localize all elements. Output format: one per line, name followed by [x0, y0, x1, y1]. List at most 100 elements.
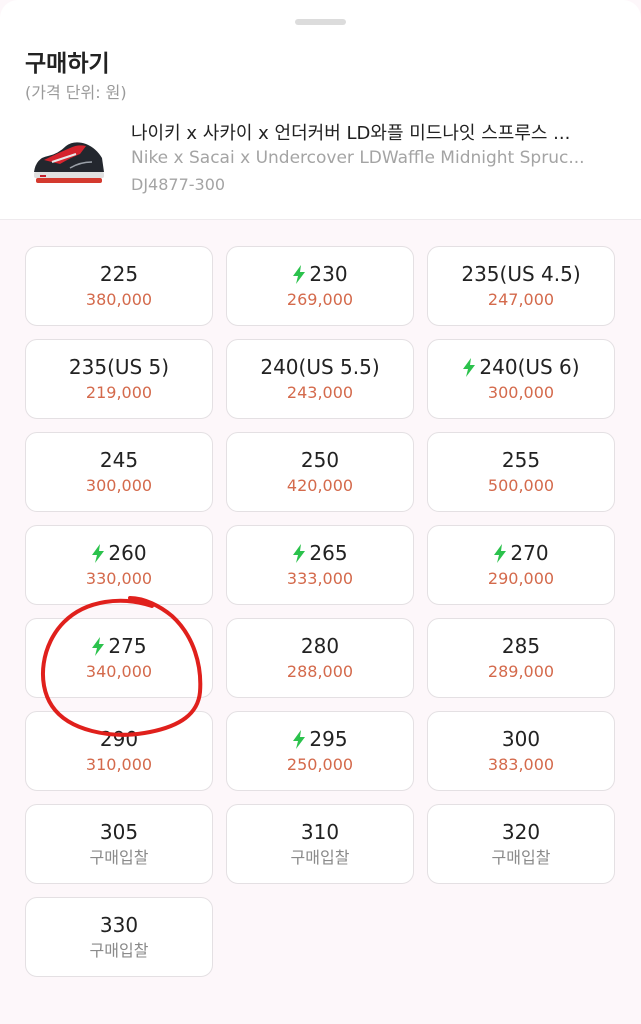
size-option-3[interactable]: 235(US 5) 219,000: [25, 339, 213, 419]
size-value: 240(US 5.5): [260, 355, 380, 379]
size-option-16[interactable]: 295 250,000: [226, 711, 414, 791]
size-label: 230: [292, 262, 348, 286]
lightning-bolt-icon: [292, 264, 306, 284]
price-label: 380,000: [85, 290, 153, 309]
price-label: 310,000: [85, 755, 153, 774]
size-label: 330: [100, 913, 138, 937]
size-option-6[interactable]: 245 300,000: [25, 432, 213, 512]
size-option-8[interactable]: 255 500,000: [427, 432, 615, 512]
lightning-bolt-icon: [292, 543, 306, 563]
size-value: 300: [501, 727, 541, 751]
size-value: 225: [99, 262, 139, 286]
size-value: 320: [501, 820, 541, 844]
size-option-4[interactable]: 240(US 5.5) 243,000: [226, 339, 414, 419]
product-name-english: Nike x Sacai x Undercover LDWaffle Midni…: [131, 148, 585, 168]
size-value: 290: [99, 727, 139, 751]
size-label: 225: [100, 262, 138, 286]
size-option-19[interactable]: 310 구매입찰: [226, 804, 414, 884]
size-option-20[interactable]: 320 구매입찰: [427, 804, 615, 884]
size-option-14[interactable]: 285 289,000: [427, 618, 615, 698]
size-label: 235(US 4.5): [461, 262, 580, 286]
size-label: 240(US 6): [462, 355, 580, 379]
size-label: 300: [502, 727, 540, 751]
size-label: 260: [91, 541, 147, 565]
price-label: 500,000: [487, 476, 555, 495]
size-value: 265: [309, 541, 348, 565]
size-option-21[interactable]: 330 구매입찰: [25, 897, 213, 977]
size-label: 265: [292, 541, 348, 565]
size-grid: 225 380,000 230 269,000 235(US 4.5) 247,000 23…: [25, 246, 616, 977]
size-label: 270: [493, 541, 549, 565]
size-label: 305: [100, 820, 138, 844]
price-label: 290,000: [487, 569, 555, 588]
price-label: 333,000: [286, 569, 354, 588]
size-option-13[interactable]: 280 288,000: [226, 618, 414, 698]
bid-label: 구매입찰: [290, 848, 350, 867]
size-option-17[interactable]: 300 383,000: [427, 711, 615, 791]
product-thumbnail: [34, 142, 104, 183]
size-value: 235(US 4.5): [461, 262, 581, 286]
price-label: 300,000: [487, 383, 555, 402]
size-value: 255: [501, 448, 541, 472]
price-unit-note: (가격 단위: 원): [25, 83, 127, 102]
lightning-bolt-icon: [91, 543, 105, 563]
size-label: 255: [502, 448, 540, 472]
size-value: 250: [300, 448, 340, 472]
lightning-bolt-icon: [292, 729, 306, 749]
size-value: 240(US 6): [479, 355, 580, 379]
price-label: 420,000: [286, 476, 354, 495]
size-value: 260: [108, 541, 147, 565]
price-label: 243,000: [286, 383, 354, 402]
size-value: 275: [108, 634, 147, 658]
size-label: 275: [91, 634, 147, 658]
size-option-5[interactable]: 240(US 6) 300,000: [427, 339, 615, 419]
size-label: 295: [292, 727, 348, 751]
size-label: 320: [502, 820, 540, 844]
price-label: 269,000: [286, 290, 354, 309]
size-option-7[interactable]: 250 420,000: [226, 432, 414, 512]
size-label: 240(US 5.5): [260, 355, 379, 379]
price-label: 250,000: [286, 755, 354, 774]
size-value: 330: [99, 913, 139, 937]
size-option-1[interactable]: 230 269,000: [226, 246, 414, 326]
size-label: 285: [502, 634, 540, 658]
size-label: 280: [301, 634, 339, 658]
size-label: 310: [301, 820, 339, 844]
size-option-2[interactable]: 235(US 4.5) 247,000: [427, 246, 615, 326]
product-name-korean: 나이키 x 사카이 x 언더커버 LD와플 미드나잇 스프루스 ...: [131, 123, 571, 144]
size-value: 310: [300, 820, 340, 844]
size-value: 280: [300, 634, 340, 658]
price-label: 219,000: [85, 383, 153, 402]
size-value: 235(US 5): [68, 355, 170, 379]
size-option-18[interactable]: 305 구매입찰: [25, 804, 213, 884]
size-option-10[interactable]: 265 333,000: [226, 525, 414, 605]
product-code: DJ4877-300: [131, 175, 226, 194]
bid-label: 구매입찰: [491, 848, 551, 867]
size-label: 245: [100, 448, 138, 472]
price-label: 289,000: [487, 662, 555, 681]
size-value: 305: [99, 820, 139, 844]
size-value: 295: [309, 727, 348, 751]
drag-handle[interactable]: [295, 19, 346, 25]
price-label: 288,000: [286, 662, 354, 681]
size-value: 270: [510, 541, 549, 565]
size-value: 285: [501, 634, 541, 658]
bottom-sheet-header: 구매하기 (가격 단위: 원) 나이키 x 사카이 x 언더커버 LD와플 미드…: [0, 0, 641, 220]
size-option-15[interactable]: 290 310,000: [25, 711, 213, 791]
size-label: 290: [100, 727, 138, 751]
bid-label: 구매입찰: [89, 848, 149, 867]
size-option-9[interactable]: 260 330,000: [25, 525, 213, 605]
lightning-bolt-icon: [91, 636, 105, 656]
size-option-11[interactable]: 270 290,000: [427, 525, 615, 605]
price-label: 340,000: [85, 662, 153, 681]
size-label: 235(US 5): [69, 355, 169, 379]
lightning-bolt-icon: [462, 357, 476, 377]
size-option-12[interactable]: 275 340,000: [25, 618, 213, 698]
price-label: 300,000: [85, 476, 153, 495]
size-option-0[interactable]: 225 380,000: [25, 246, 213, 326]
sheet-title: 구매하기: [25, 51, 110, 77]
size-value: 245: [99, 448, 139, 472]
price-label: 330,000: [85, 569, 153, 588]
bid-label: 구매입찰: [89, 941, 149, 960]
size-label: 250: [301, 448, 339, 472]
